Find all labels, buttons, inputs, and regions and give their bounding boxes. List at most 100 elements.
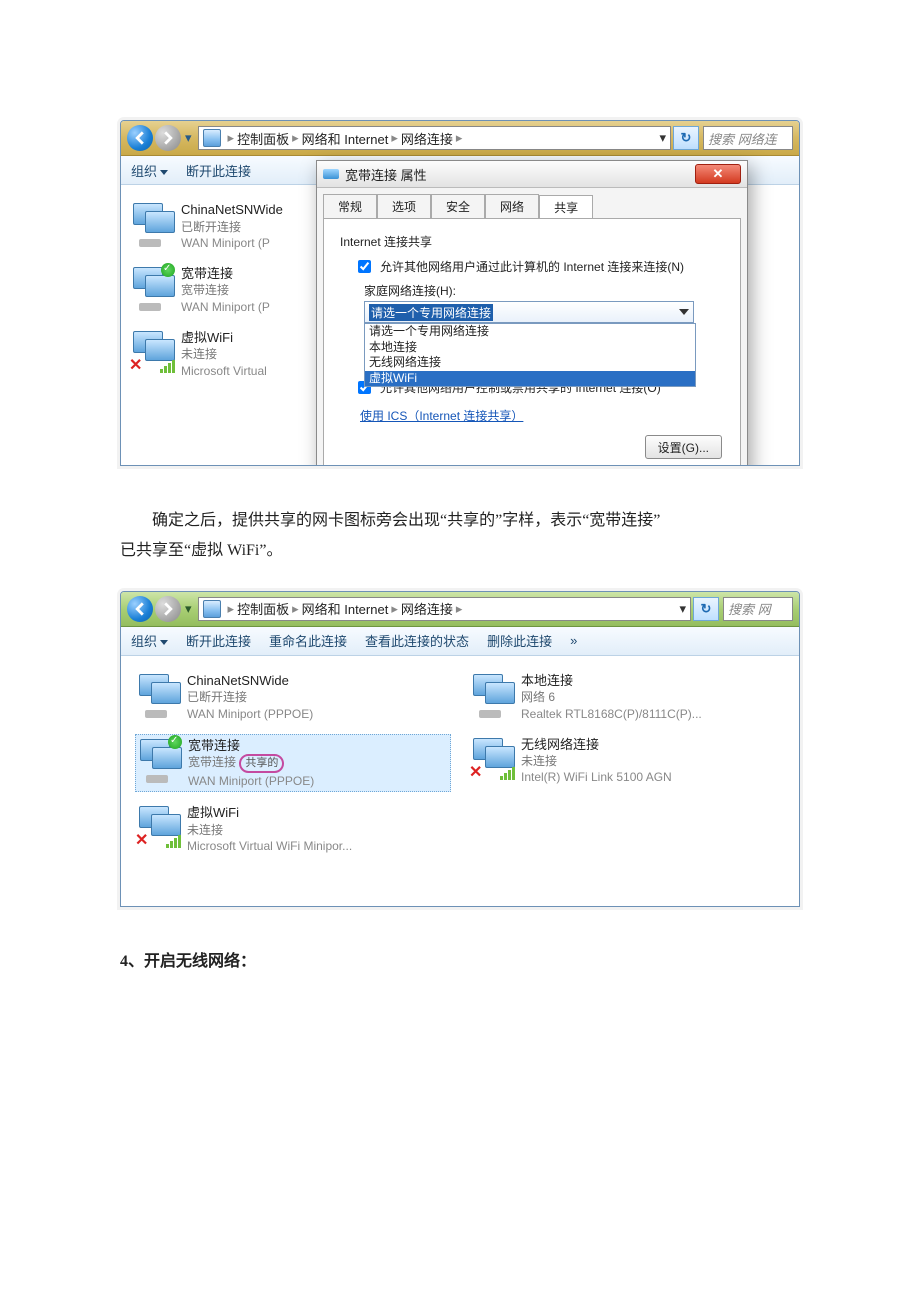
connection-status: 已断开连接 bbox=[187, 689, 313, 705]
breadcrumb-root[interactable]: 控制面板 bbox=[237, 599, 289, 618]
connection-item[interactable]: ✕ 虚拟WiFi 未连接 Microsoft Virtual bbox=[129, 327, 321, 381]
connection-item[interactable]: 宽带连接 宽带连接 WAN Miniport (P bbox=[129, 263, 321, 317]
connection-status: 宽带连接 bbox=[181, 282, 270, 298]
combo-option[interactable]: 请选一个专用网络连接 bbox=[365, 324, 695, 340]
connection-device: Realtek RTL8168C(P)/8111C(P)... bbox=[521, 706, 702, 722]
connection-name: 本地连接 bbox=[521, 672, 702, 690]
chevron-down-icon[interactable]: ▾ bbox=[185, 601, 192, 617]
search-input[interactable]: 搜索 网络连 bbox=[703, 126, 793, 150]
ics-help-link[interactable]: 使用 ICS（Internet 连接共享） bbox=[360, 409, 523, 423]
home-network-label: 家庭网络连接(H): bbox=[364, 282, 724, 299]
allow-sharing-checkbox[interactable]: 允许其他网络用户通过此计算机的 Internet 连接来连接(N) bbox=[354, 258, 724, 276]
modem-icon bbox=[323, 169, 339, 179]
properties-dialog: 宽带连接 属性 ✕ 常规 选项 安全 网络 共享 Internet 连接共享 允… bbox=[316, 160, 748, 466]
connection-status: 宽带连接 共享的 bbox=[188, 754, 314, 773]
group-title: Internet 连接共享 bbox=[340, 233, 724, 250]
command-bar: 组织 断开此连接 重命名此连接 查看此连接的状态 删除此连接 » bbox=[121, 627, 799, 656]
explorer-window-2: ▾ ▸ 控制面板 ▸ 网络和 Internet ▸ 网络连接 ▸ ▾ ↻ 搜索 … bbox=[120, 591, 800, 907]
forward-button[interactable] bbox=[155, 596, 181, 622]
connection-name: 宽带连接 bbox=[181, 265, 270, 283]
section-heading-4: 4、开启无线网络： bbox=[120, 947, 800, 971]
dialog-titlebar[interactable]: 宽带连接 属性 ✕ bbox=[317, 161, 747, 188]
back-button[interactable] bbox=[127, 596, 153, 622]
refresh-button[interactable]: ↻ bbox=[673, 126, 699, 150]
combo-option[interactable]: 虚拟WiFi bbox=[365, 371, 695, 387]
pc-icon bbox=[203, 600, 221, 618]
tab-strip: 常规 选项 安全 网络 共享 bbox=[317, 188, 747, 218]
back-button[interactable] bbox=[127, 125, 153, 151]
x-icon: ✕ bbox=[469, 762, 482, 782]
breadcrumb-mid[interactable]: 网络和 Internet bbox=[302, 129, 389, 148]
combo-selected: 请选一个专用网络连接 bbox=[369, 304, 493, 321]
breadcrumb-leaf[interactable]: 网络连接 bbox=[401, 129, 453, 148]
connection-device: WAN Miniport (P bbox=[181, 235, 283, 251]
connection-item[interactable]: ✕ 虚拟WiFi 未连接 Microsoft Virtual WiFi Mini… bbox=[135, 802, 451, 856]
dropdown-icon[interactable]: ▾ bbox=[659, 130, 666, 146]
settings-button[interactable]: 设置(G)... bbox=[645, 435, 722, 459]
connection-device: WAN Miniport (PPPOE) bbox=[187, 706, 313, 722]
address-bar[interactable]: ▸ 控制面板 ▸ 网络和 Internet ▸ 网络连接 ▸ ▾ bbox=[198, 126, 671, 150]
connection-list: ChinaNetSNWide 已断开连接 WAN Miniport (P 宽带连… bbox=[121, 185, 329, 465]
connection-device: WAN Miniport (PPPOE) bbox=[188, 773, 314, 789]
x-icon: ✕ bbox=[135, 830, 148, 850]
connection-name: ChinaNetSNWide bbox=[187, 672, 313, 690]
titlebar: ▾ ▸ 控制面板 ▸ 网络和 Internet ▸ 网络连接 ▸ ▾ ↻ 搜索 … bbox=[121, 592, 799, 627]
disconnect-command[interactable]: 断开此连接 bbox=[186, 161, 251, 180]
breadcrumb-mid[interactable]: 网络和 Internet bbox=[302, 599, 389, 618]
rename-command[interactable]: 重命名此连接 bbox=[269, 631, 347, 650]
connection-status: 网络 6 bbox=[521, 689, 702, 705]
tab-sharing[interactable]: 共享 bbox=[539, 195, 593, 219]
combo-dropdown: 请选一个专用网络连接 本地连接 无线网络连接 虚拟WiFi bbox=[364, 323, 696, 387]
organize-menu[interactable]: 组织 bbox=[131, 161, 168, 180]
allow-sharing-input[interactable] bbox=[358, 260, 371, 273]
delete-command[interactable]: 删除此连接 bbox=[487, 631, 552, 650]
tab-security[interactable]: 安全 bbox=[431, 194, 485, 218]
connection-name: 虚拟WiFi bbox=[181, 329, 267, 347]
disconnect-command[interactable]: 断开此连接 bbox=[186, 631, 251, 650]
connection-item-selected[interactable]: 宽带连接 宽带连接 共享的 WAN Miniport (PPPOE) bbox=[135, 734, 451, 793]
home-network-combo[interactable]: 请选一个专用网络连接 请选一个专用网络连接 本地连接 无线网络连接 虚拟WiFi bbox=[364, 301, 694, 323]
breadcrumb-leaf[interactable]: 网络连接 bbox=[401, 599, 453, 618]
connection-name: 虚拟WiFi bbox=[187, 804, 352, 822]
search-placeholder: 搜索 网络连 bbox=[708, 129, 777, 148]
connection-name: 宽带连接 bbox=[188, 737, 314, 755]
address-bar[interactable]: ▸ 控制面板 ▸ 网络和 Internet ▸ 网络连接 ▸ ▾ bbox=[198, 597, 691, 621]
connection-item[interactable]: ChinaNetSNWide 已断开连接 WAN Miniport (P bbox=[129, 199, 321, 253]
connection-status: 未连接 bbox=[181, 346, 267, 362]
tab-options[interactable]: 选项 bbox=[377, 194, 431, 218]
connection-item[interactable]: 本地连接 网络 6 Realtek RTL8168C(P)/8111C(P)..… bbox=[469, 670, 785, 724]
breadcrumb-root[interactable]: 控制面板 bbox=[237, 129, 289, 148]
para-line: 已共享至“虚拟 WiFi”。 bbox=[120, 542, 282, 559]
x-icon: ✕ bbox=[129, 355, 142, 375]
organize-menu[interactable]: 组织 bbox=[131, 631, 168, 650]
tab-general[interactable]: 常规 bbox=[323, 194, 377, 218]
more-command[interactable]: » bbox=[570, 633, 577, 648]
combo-option[interactable]: 无线网络连接 bbox=[365, 355, 695, 371]
para-line: 确定之后，提供共享的网卡图标旁会出现“共享的”字样，表示“宽带连接” bbox=[120, 506, 800, 536]
connection-device: Intel(R) WiFi Link 5100 AGN bbox=[521, 769, 672, 785]
connection-status: 未连接 bbox=[187, 822, 352, 838]
forward-button[interactable] bbox=[155, 125, 181, 151]
close-button[interactable]: ✕ bbox=[695, 164, 741, 184]
refresh-button[interactable]: ↻ bbox=[693, 597, 719, 621]
pc-icon bbox=[203, 129, 221, 147]
tab-network[interactable]: 网络 bbox=[485, 194, 539, 218]
combo-option[interactable]: 本地连接 bbox=[365, 340, 695, 356]
search-input[interactable]: 搜索 网 bbox=[723, 597, 793, 621]
connection-status: 未连接 bbox=[521, 753, 672, 769]
shared-badge: 共享的 bbox=[239, 754, 284, 773]
connection-name: ChinaNetSNWide bbox=[181, 201, 283, 219]
connection-name: 无线网络连接 bbox=[521, 736, 672, 754]
status-command[interactable]: 查看此连接的状态 bbox=[365, 631, 469, 650]
dialog-title: 宽带连接 属性 bbox=[345, 165, 427, 184]
connection-grid: ChinaNetSNWide 已断开连接 WAN Miniport (PPPOE… bbox=[121, 656, 799, 906]
allow-sharing-label: 允许其他网络用户通过此计算机的 Internet 连接来连接(N) bbox=[380, 258, 684, 275]
tab-content-sharing: Internet 连接共享 允许其他网络用户通过此计算机的 Internet 连… bbox=[323, 218, 741, 466]
explorer-window-1: ▾ ▸ 控制面板 ▸ 网络和 Internet ▸ 网络连接 ▸ ▾ ↻ 搜索 … bbox=[120, 120, 800, 466]
dropdown-icon[interactable]: ▾ bbox=[679, 601, 686, 617]
connection-item[interactable]: ✕ 无线网络连接 未连接 Intel(R) WiFi Link 5100 AGN bbox=[469, 734, 785, 788]
titlebar: ▾ ▸ 控制面板 ▸ 网络和 Internet ▸ 网络连接 ▸ ▾ ↻ 搜索 … bbox=[121, 121, 799, 156]
connection-item[interactable]: ChinaNetSNWide 已断开连接 WAN Miniport (PPPOE… bbox=[135, 670, 451, 724]
chevron-down-icon[interactable]: ▾ bbox=[185, 130, 192, 146]
chevron-down-icon bbox=[679, 309, 689, 315]
